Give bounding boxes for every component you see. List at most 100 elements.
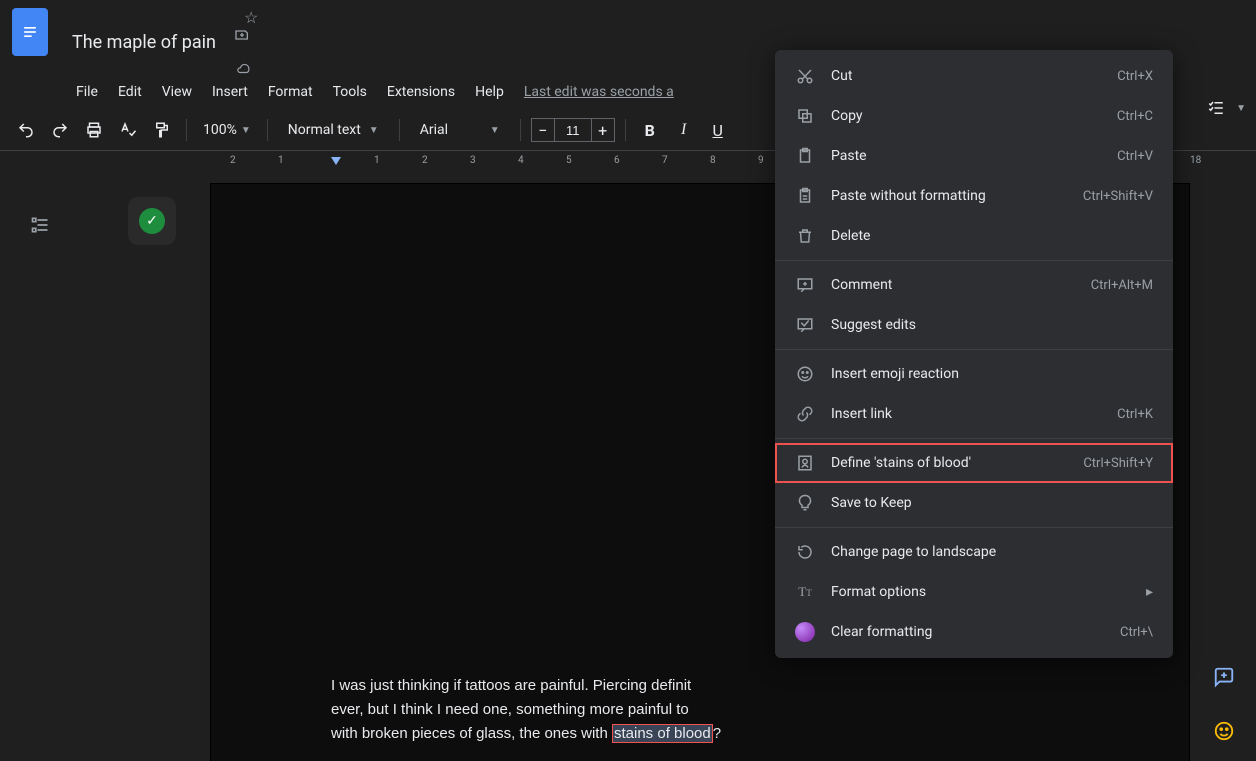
ctx-label: Delete xyxy=(831,228,1137,244)
redo-button[interactable] xyxy=(46,116,74,144)
add-comment-fab[interactable] xyxy=(1204,657,1244,697)
keep-icon xyxy=(795,494,815,512)
star-icon[interactable]: ☆ xyxy=(244,8,258,27)
doc-title[interactable]: The maple of pain xyxy=(68,30,220,55)
ctx-link[interactable]: Insert link Ctrl+K xyxy=(775,394,1173,434)
ruler-tick: 2 xyxy=(230,155,236,166)
ctx-shortcut: Ctrl+V xyxy=(1117,149,1153,164)
ctx-define[interactable]: Define 'stains of blood'Ctrl+Shift+Y xyxy=(775,443,1173,483)
menubar: File Edit View Insert Format Tools Exten… xyxy=(68,80,682,104)
move-icon[interactable] xyxy=(234,27,268,43)
ruler-tick: 4 xyxy=(518,155,524,166)
paragraph-style-select[interactable]: Normal text▼ xyxy=(278,122,389,138)
body-text: ? xyxy=(713,725,721,742)
font-select[interactable]: Arial▼ xyxy=(410,122,510,138)
format-opt-icon: TT xyxy=(795,584,815,600)
ctx-keep[interactable]: Save to Keep xyxy=(775,483,1173,523)
ctx-cut[interactable]: Cut Ctrl+X xyxy=(775,56,1173,96)
body-text: with broken pieces of glass, the ones wi… xyxy=(331,725,612,742)
ctx-label: Clear formatting xyxy=(831,624,1104,640)
ctx-separator xyxy=(775,260,1173,261)
checklist-button[interactable] xyxy=(1202,94,1230,122)
ruler-tick: 7 xyxy=(662,155,668,166)
ctx-separator xyxy=(775,349,1173,350)
ctx-suggest[interactable]: Suggest edits xyxy=(775,305,1173,345)
ctx-shortcut: Ctrl+K xyxy=(1117,407,1153,422)
ctx-label: Copy xyxy=(831,108,1101,124)
ctx-label: Format options xyxy=(831,584,1130,600)
rotate-icon xyxy=(795,543,815,561)
ruler-tick: 3 xyxy=(470,155,476,166)
zoom-select[interactable]: 100%▼ xyxy=(197,122,257,138)
menu-edit[interactable]: Edit xyxy=(110,80,150,104)
chevron-down-icon: ▼ xyxy=(369,125,379,136)
ctx-copy[interactable]: Copy Ctrl+C xyxy=(775,96,1173,136)
ctx-shortcut: Ctrl+\ xyxy=(1120,625,1153,640)
menu-view[interactable]: View xyxy=(154,80,200,104)
ruler-tick: 8 xyxy=(710,155,716,166)
menu-insert[interactable]: Insert xyxy=(204,80,256,104)
ctx-label: Comment xyxy=(831,277,1075,293)
font-size-input[interactable] xyxy=(555,118,591,142)
suggest-icon xyxy=(795,316,815,334)
menu-extensions[interactable]: Extensions xyxy=(379,80,463,104)
menu-help[interactable]: Help xyxy=(467,80,512,104)
ctx-comment[interactable]: Comment Ctrl+Alt+M xyxy=(775,265,1173,305)
chevron-down-icon: ▼ xyxy=(490,125,500,136)
ctx-shortcut: Ctrl+Alt+M xyxy=(1091,278,1153,293)
menu-file[interactable]: File xyxy=(68,80,106,104)
ruler-tick: 6 xyxy=(614,155,620,166)
ctx-label: Save to Keep xyxy=(831,495,1137,511)
outline-toggle[interactable] xyxy=(24,209,56,241)
ruler-tick: 2 xyxy=(422,155,428,166)
ctx-paste-plain[interactable]: Paste without formattingCtrl+Shift+V xyxy=(775,176,1173,216)
cut-icon xyxy=(795,67,815,85)
print-button[interactable] xyxy=(80,116,108,144)
document-body[interactable]: I was just thinking if tattoos are painf… xyxy=(331,674,1069,746)
cloud-icon[interactable] xyxy=(234,62,268,76)
emoji-icon xyxy=(795,365,815,383)
ctx-label: Paste without formatting xyxy=(831,188,1067,204)
menu-tools[interactable]: Tools xyxy=(325,80,375,104)
ctx-label: Suggest edits xyxy=(831,317,1137,333)
emoji-fab[interactable] xyxy=(1204,711,1244,751)
docs-logo[interactable] xyxy=(12,8,48,56)
selected-text[interactable]: stains of blood xyxy=(612,724,713,743)
undo-button[interactable] xyxy=(12,116,40,144)
spellcheck-ok-badge[interactable]: ✓ xyxy=(128,197,176,245)
ctx-emoji[interactable]: Insert emoji reaction xyxy=(775,354,1173,394)
link-icon xyxy=(795,405,815,423)
ruler-tick: 1 xyxy=(278,155,284,166)
delete-icon xyxy=(795,227,815,245)
ctx-label: Cut xyxy=(831,68,1101,84)
ctx-paste[interactable]: PasteCtrl+V xyxy=(775,136,1173,176)
ctx-label: Insert link xyxy=(831,406,1101,422)
ctx-avatar[interactable]: Clear formatting Ctrl+\ xyxy=(775,612,1173,652)
paint-format-button[interactable] xyxy=(148,116,176,144)
ruler-tick: 1 xyxy=(374,155,380,166)
font-size-decrease[interactable]: − xyxy=(531,118,555,142)
chevron-down-icon[interactable]: ▼ xyxy=(1236,103,1246,114)
context-menu: CutCtrl+XCopyCtrl+CPasteCtrl+VPaste with… xyxy=(775,50,1173,658)
paste-plain-icon xyxy=(795,187,815,205)
copy-icon xyxy=(795,107,815,125)
body-text: I was just thinking if tattoos are painf… xyxy=(331,677,691,694)
ctx-delete[interactable]: Delete xyxy=(775,216,1173,256)
spellcheck-button[interactable] xyxy=(114,116,142,144)
font-size-increase[interactable]: + xyxy=(591,118,615,142)
last-edit-link[interactable]: Last edit was seconds a xyxy=(516,80,682,104)
ctx-rotate[interactable]: Change page to landscape xyxy=(775,532,1173,572)
ctx-shortcut: Ctrl+C xyxy=(1117,109,1153,124)
body-text: ever, but I think I need one, something … xyxy=(331,701,689,718)
ctx-separator xyxy=(775,438,1173,439)
ctx-format-opt[interactable]: TTFormat options▸ xyxy=(775,572,1173,612)
ruler-tick: 5 xyxy=(566,155,572,166)
ruler-tick: 9 xyxy=(758,155,764,166)
ctx-shortcut: Ctrl+Shift+Y xyxy=(1083,456,1153,471)
underline-button[interactable]: U xyxy=(704,116,732,144)
italic-button[interactable]: I xyxy=(670,116,698,144)
ctx-shortcut: Ctrl+X xyxy=(1117,69,1153,84)
ctx-label: Insert emoji reaction xyxy=(831,366,1137,382)
bold-button[interactable]: B xyxy=(636,116,664,144)
menu-format[interactable]: Format xyxy=(260,80,321,104)
